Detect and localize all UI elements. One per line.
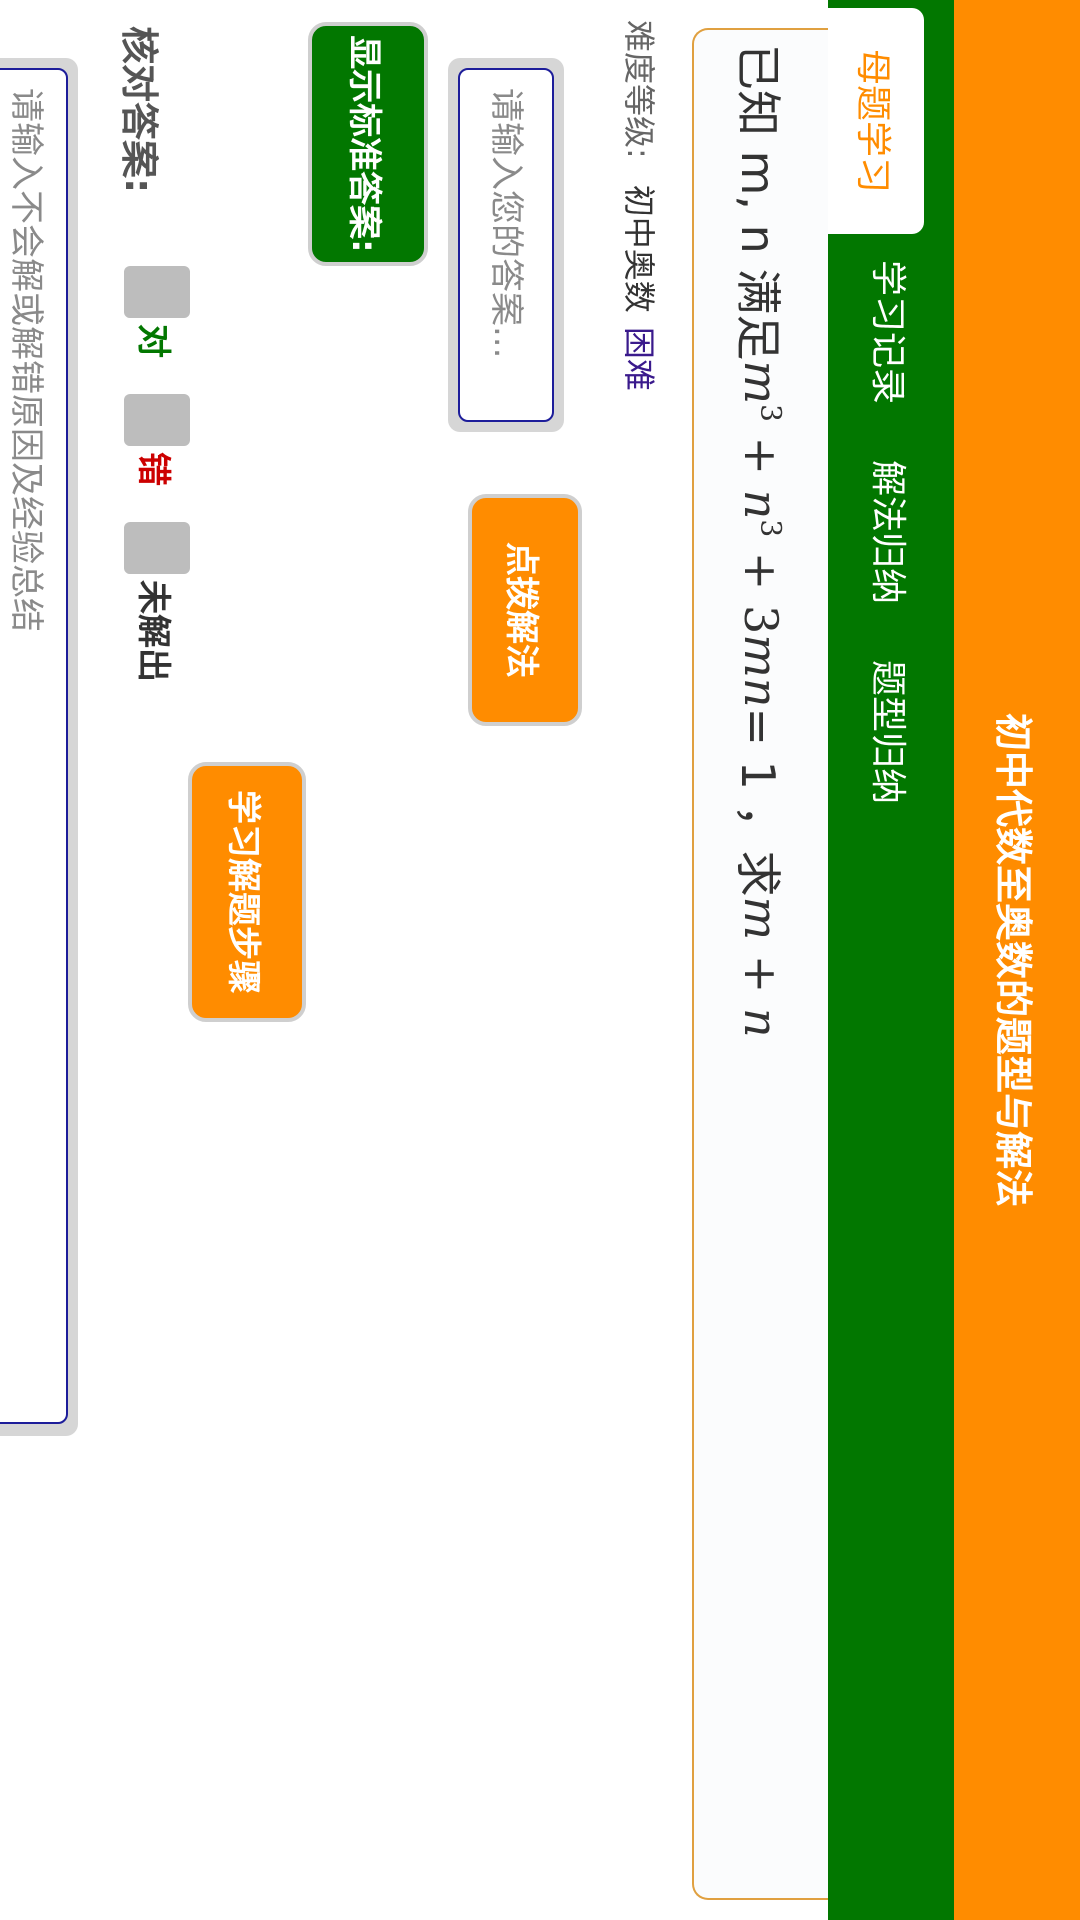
checkbox-wrong[interactable] [124,394,190,446]
difficulty-rating: 困难 [620,326,658,391]
tab-learning-record[interactable]: 学习记录 [828,232,954,432]
difficulty-info: 难度等级: 初中奥数 困难 [618,20,664,391]
check-option-wrong[interactable]: 错 [124,394,190,486]
difficulty-level: 初中奥数 [620,184,658,313]
check-option-right[interactable]: 对 [124,266,190,358]
question-text: 已知 m, n 满足 m3 + n3 + 3mn = 1 ，求 m + n [692,28,828,1900]
answer-input[interactable] [458,68,554,422]
app-title: 初中代数至奥数的题型与解法 [991,712,1036,1207]
check-option-unsolved[interactable]: 未解出 [124,522,190,682]
reason-textarea[interactable] [0,68,68,1424]
difficulty-label: 难度等级: [620,20,658,159]
checkbox-unsolved[interactable] [124,522,190,574]
tab-question-type-summary[interactable]: 题型归纳 [828,632,954,832]
nav-tabs: 母题学习 学习记录 解法归纳 题型归纳 [828,0,954,1920]
question-ask: m + n [734,896,788,1038]
question-formula: m3 + n3 + 3mn [734,360,788,708]
app-title-bar: 初中代数至奥数的题型与解法 [954,0,1080,1920]
tab-mother-question[interactable]: 母题学习 [828,8,924,234]
app-frame: 初中代数至奥数的题型与解法 母题学习 学习记录 解法归纳 题型归纳 已知 m, … [0,0,1080,1920]
show-answer-button[interactable]: 显示标准答案: [308,22,428,266]
tab-solution-summary[interactable]: 解法归纳 [828,432,954,632]
check-answer-label: 核对答案: [117,26,161,194]
answer-input-wrapper [448,58,564,432]
reason-input-wrapper [0,58,78,1436]
checkbox-right[interactable] [124,266,190,318]
hint-button[interactable]: 点拨解法 [468,494,582,726]
learn-steps-button[interactable]: 学习解题步骤 [188,762,306,1022]
